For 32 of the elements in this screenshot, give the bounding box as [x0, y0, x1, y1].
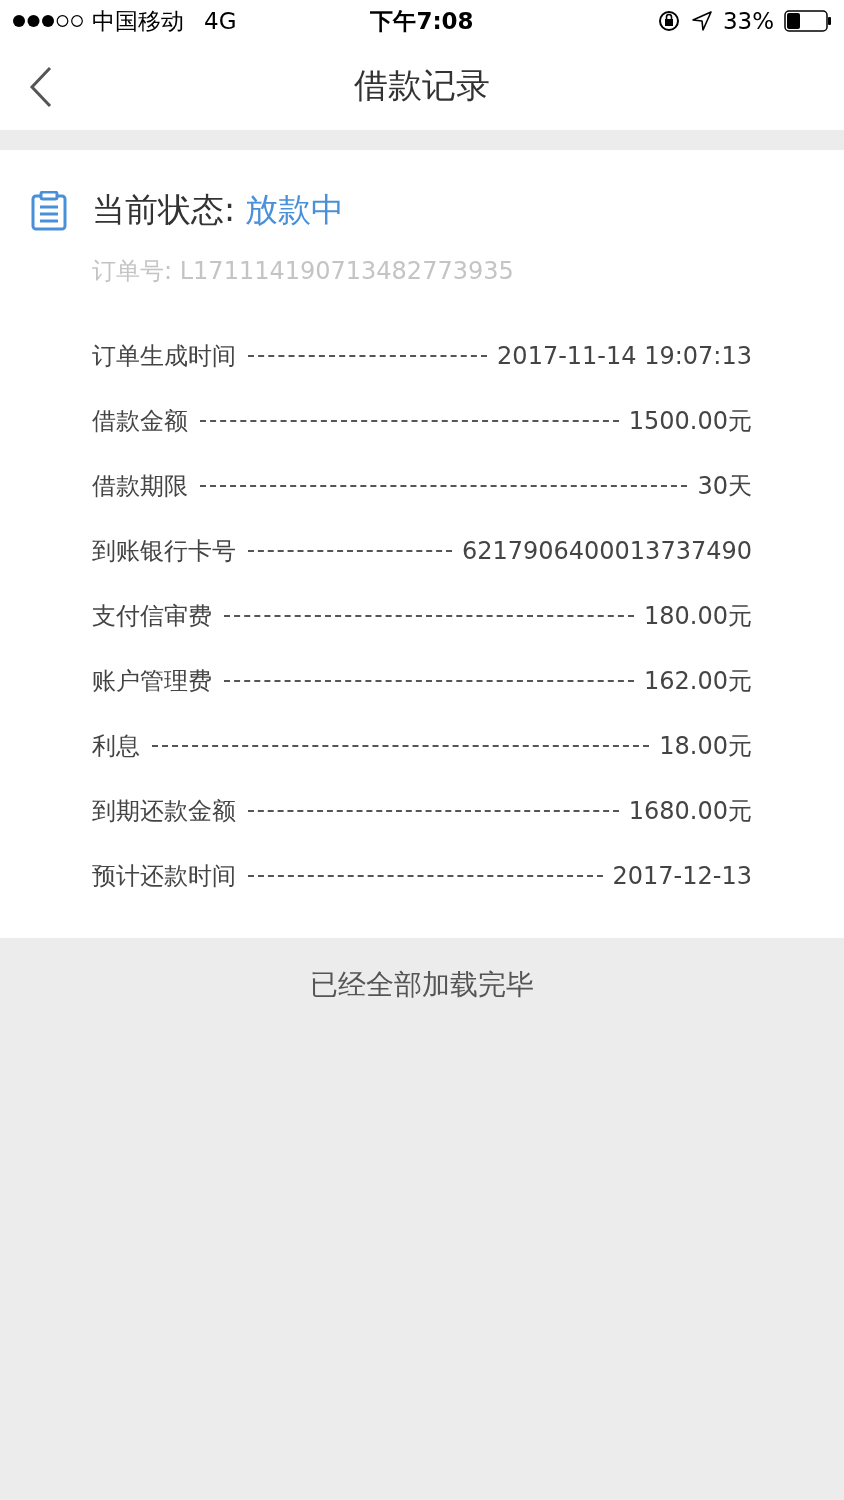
- signal-icon: [12, 14, 84, 28]
- page-title: 借款记录: [354, 64, 490, 107]
- battery-icon: [784, 10, 832, 32]
- status-value: 放款中: [245, 189, 345, 231]
- detail-value: 1500.00元: [628, 405, 752, 437]
- detail-value: 30天: [697, 470, 752, 502]
- load-complete-text: 已经全部加载完毕: [310, 968, 534, 1001]
- battery-percent: 33%: [722, 8, 774, 34]
- order-number: 订单号: L171114190713482773935: [92, 256, 515, 287]
- detail-value: 162.00元: [644, 665, 752, 697]
- network-type: 4G: [204, 8, 237, 34]
- detail-label: 借款金额: [92, 405, 188, 437]
- detail-label: 到期还款金额: [92, 795, 236, 827]
- status-time: 下午7:08: [370, 6, 474, 36]
- detail-value: 180.00元: [644, 600, 752, 632]
- detail-label: 预计还款时间: [92, 860, 236, 892]
- clipboard-icon: [30, 190, 68, 231]
- rotation-lock-icon: [656, 9, 681, 33]
- carrier-name: 中国移动: [92, 6, 184, 36]
- detail-label: 利息: [92, 730, 140, 762]
- detail-label: 支付信审费: [92, 600, 212, 632]
- detail-label: 账户管理费: [92, 665, 212, 697]
- detail-label: 订单生成时间: [92, 340, 236, 372]
- detail-value: 2017-11-14 19:07:13: [497, 341, 752, 370]
- detail-label: 借款期限: [92, 470, 188, 502]
- detail-value: 1680.00元: [628, 795, 752, 827]
- detail-value: 18.00元: [659, 730, 752, 762]
- location-icon: [690, 10, 713, 32]
- detail-label: 到账银行卡号: [92, 535, 236, 567]
- status-label: 当前状态:: [92, 189, 236, 231]
- detail-value: 2017-12-13: [612, 861, 752, 890]
- detail-value: 6217906400013737490: [461, 536, 752, 565]
